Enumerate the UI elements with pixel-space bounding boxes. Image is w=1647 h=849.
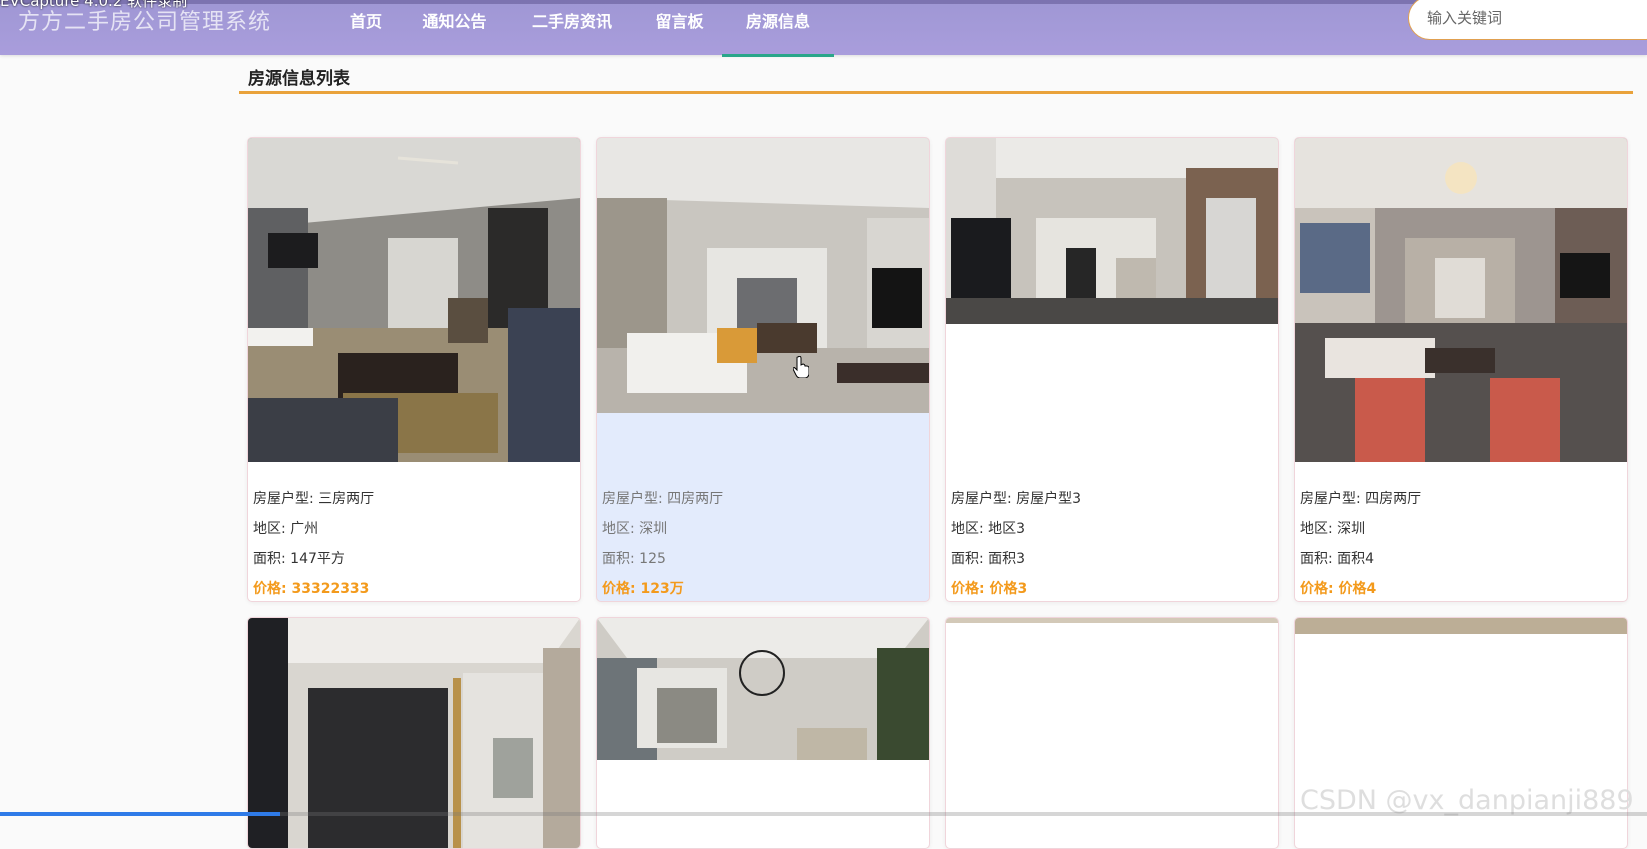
listing-card[interactable]: 房屋户型: 三房两厅 地区: 广州 面积: 147平方 价格: 33322333	[247, 137, 581, 602]
house-type-value: 三房两厅	[318, 491, 375, 507]
house-type-label: 房屋户型:	[1300, 491, 1366, 507]
area-value: 125	[639, 551, 666, 567]
price-value: 价格3	[989, 581, 1028, 597]
listing-photo[interactable]	[597, 618, 929, 760]
area-label: 面积:	[1300, 551, 1338, 567]
listing-details: 房屋户型: 三房两厅 地区: 广州 面积: 147平方 价格: 33322333	[253, 484, 375, 601]
region-value: 深圳	[1337, 521, 1366, 537]
listing-photo[interactable]	[248, 138, 580, 462]
listing-photo[interactable]	[946, 618, 1278, 623]
area-label: 面积:	[602, 551, 640, 567]
price-value: 价格4	[1338, 581, 1377, 597]
listing-card[interactable]: 房屋户型: 四房两厅 地区: 深圳 面积: 125 价格: 123万	[596, 137, 930, 602]
listing-details: 房屋户型: 房屋户型3 地区: 地区3 面积: 面积3 价格: 价格3	[951, 484, 1082, 601]
region-value: 地区3	[988, 521, 1026, 537]
section-divider	[239, 91, 1633, 94]
hand-pointer-icon	[793, 356, 809, 378]
region-label: 地区:	[602, 521, 640, 537]
nav-item-notices[interactable]: 通知公告	[402, 0, 507, 55]
price-value: 123万	[640, 581, 684, 597]
price-label: 价格:	[951, 581, 990, 597]
price-label: 价格:	[1300, 581, 1339, 597]
region-value: 广州	[290, 521, 319, 537]
region-label: 地区:	[951, 521, 989, 537]
price-label: 价格:	[602, 581, 641, 597]
price-value: 33322333	[291, 581, 370, 597]
section-title: 房源信息列表	[248, 69, 350, 89]
video-progress-fill	[0, 812, 280, 816]
listing-details: 房屋户型: 四房两厅 地区: 深圳 面积: 125 价格: 123万	[602, 484, 724, 601]
search-input[interactable]	[1408, 0, 1647, 40]
screen-recorder-overlay-text: EVCapture 4.0.2 软件录制	[0, 0, 188, 10]
listing-photo[interactable]	[946, 138, 1278, 324]
house-type-label: 房屋户型:	[253, 491, 319, 507]
region-label: 地区:	[253, 521, 291, 537]
nav-item-housing-news[interactable]: 二手房资讯	[507, 0, 637, 55]
nav-item-home[interactable]: 首页	[330, 0, 402, 55]
house-type-value: 房屋户型3	[1016, 491, 1082, 507]
area-label: 面积:	[253, 551, 291, 567]
listing-details: 房屋户型: 四房两厅 地区: 深圳 面积: 面积4 价格: 价格4	[1300, 484, 1422, 601]
region-value: 深圳	[639, 521, 668, 537]
listing-photo[interactable]	[1295, 138, 1627, 462]
area-value: 147平方	[290, 551, 345, 567]
listing-photo[interactable]	[1295, 618, 1627, 634]
listing-photo[interactable]	[597, 138, 929, 413]
area-value: 面积3	[988, 551, 1026, 567]
house-type-value: 四房两厅	[667, 491, 724, 507]
main-nav: 首页 通知公告 二手房资讯 留言板 房源信息	[330, 0, 834, 57]
area-label: 面积:	[951, 551, 989, 567]
listing-card[interactable]: 房屋户型: 房屋户型3 地区: 地区3 面积: 面积3 价格: 价格3	[945, 137, 1279, 602]
price-label: 价格:	[253, 581, 292, 597]
house-type-value: 四房两厅	[1365, 491, 1422, 507]
house-type-label: 房屋户型:	[951, 491, 1017, 507]
area-value: 面积4	[1337, 551, 1375, 567]
listing-card[interactable]: 房屋户型: 四房两厅 地区: 深圳 面积: 面积4 价格: 价格4	[1294, 137, 1628, 602]
region-label: 地区:	[1300, 521, 1338, 537]
house-type-label: 房屋户型:	[602, 491, 668, 507]
nav-item-message-board[interactable]: 留言板	[637, 0, 722, 55]
nav-item-listings[interactable]: 房源信息	[722, 0, 834, 57]
top-navigation-bar: 方方二手房公司管理系统 首页 通知公告 二手房资讯 留言板 房源信息	[0, 0, 1647, 57]
